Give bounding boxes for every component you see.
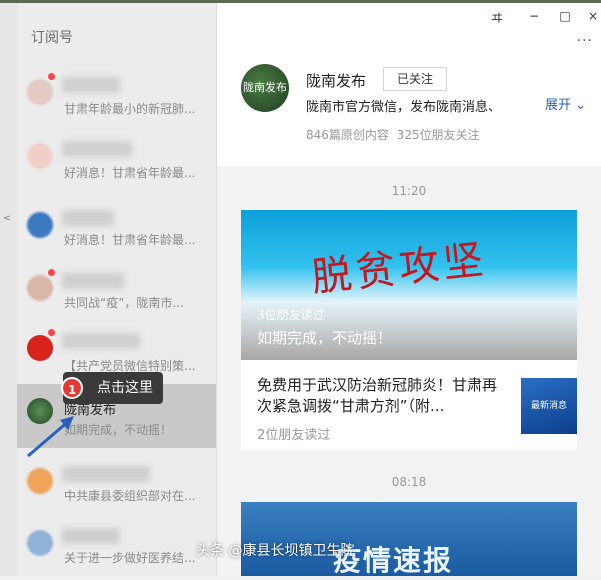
expand-link[interactable]: 展开 ⌄ bbox=[545, 94, 586, 113]
article-reads: 3位朋友读过 bbox=[257, 308, 325, 322]
close-icon[interactable]: × bbox=[583, 9, 601, 23]
list-item[interactable]: 好消息！甘肃省年龄最... bbox=[17, 129, 216, 193]
account-logo: 陇南发布 bbox=[241, 64, 289, 112]
more-icon[interactable]: ··· bbox=[577, 33, 593, 49]
unread-dot bbox=[48, 269, 55, 276]
article-title[interactable]: 如期完成，不动摇！ bbox=[257, 327, 392, 348]
account-description: 陇南市官方微信，发布陇南消息、 bbox=[306, 100, 502, 115]
article-title[interactable]: 免费用于武汉防治新冠肺炎！甘肃再次紧急调拨“甘肃方剂”（附... bbox=[257, 375, 507, 417]
list-item[interactable]: 共同战“疫”，陇南市... bbox=[17, 261, 216, 325]
account-name: 陇南发布 bbox=[306, 72, 367, 90]
blurred-name bbox=[62, 528, 120, 544]
left-edge-mark: < bbox=[3, 213, 12, 224]
preview-text: 共同战“疫”，陇南市... bbox=[64, 296, 184, 310]
left-edge-panel: < bbox=[0, 3, 17, 576]
pointer-arrow bbox=[27, 416, 74, 458]
timestamp: 08:18 bbox=[391, 475, 427, 489]
watermark: 头条 @康县长坝镇卫生院 bbox=[196, 543, 355, 559]
unread-dot bbox=[48, 73, 55, 80]
article-card[interactable]: 脱贫攻坚 3位朋友读过 如期完成，不动摇！ 免费用于武汉防治新冠肺炎！甘肃再次紧… bbox=[241, 210, 577, 450]
list-item[interactable]: 甘肃年龄最小的新冠肺... bbox=[17, 65, 216, 129]
blurred-name bbox=[62, 77, 120, 93]
sidebar-title: 订阅号 bbox=[31, 30, 73, 46]
minimize-icon[interactable]: − bbox=[524, 9, 544, 23]
list-item[interactable]: 关于进一步做好医养结... bbox=[17, 516, 216, 580]
blurred-name bbox=[62, 333, 140, 349]
avatar bbox=[27, 143, 53, 169]
article-thumbnail[interactable]: 最新消息 bbox=[521, 378, 577, 434]
preview-text: 好消息！甘肃省年龄最... bbox=[64, 233, 196, 247]
account-stats: 846篇原创内容 325位朋友关注 bbox=[306, 128, 480, 142]
avatar bbox=[27, 335, 53, 361]
avatar bbox=[27, 530, 53, 556]
blurred-name bbox=[62, 466, 150, 482]
preview-text: 甘肃年龄最小的新冠肺... bbox=[64, 102, 196, 116]
sidebar: 订阅号 甘肃年龄最小的新冠肺... 好消息！甘肃省年龄最... 好消息！甘肃省年… bbox=[17, 3, 217, 576]
tooltip-text: 点击这里 bbox=[97, 380, 153, 396]
avatar bbox=[27, 275, 53, 301]
avatar bbox=[27, 212, 53, 238]
preview-text: 中共康县委组织部对在... bbox=[64, 489, 196, 503]
cover-title: 脱贫攻坚 bbox=[309, 236, 490, 302]
avatar bbox=[27, 79, 53, 105]
chevron-down-icon: ⌄ bbox=[575, 98, 587, 113]
maximize-icon[interactable]: □ bbox=[555, 9, 575, 23]
article-reads: 2位朋友读过 bbox=[257, 428, 331, 443]
avatar bbox=[27, 468, 53, 494]
main-panel: ヰ − □ × ··· 陇南发布 陇南发布 已关注 陇南市官方微信，发布陇南消息… bbox=[217, 3, 601, 576]
preview-text: 关于进一步做好医养结... bbox=[64, 551, 196, 565]
pin-icon[interactable]: ヰ bbox=[487, 9, 507, 26]
blurred-name bbox=[62, 141, 132, 157]
list-item[interactable]: 好消息！甘肃省年龄最... bbox=[17, 198, 216, 262]
article-card[interactable]: 疫情速报 bbox=[241, 502, 577, 576]
step-badge: 1 bbox=[61, 377, 83, 399]
blurred-name bbox=[62, 273, 124, 289]
preview-text: 如期完成，不动摇！ bbox=[64, 423, 173, 437]
timestamp: 11:20 bbox=[391, 184, 427, 198]
unread-dot bbox=[48, 329, 55, 336]
followed-button[interactable]: 已关注 bbox=[383, 67, 447, 91]
article-cover-image[interactable]: 脱贫攻坚 3位朋友读过 如期完成，不动摇！ bbox=[241, 210, 577, 360]
expand-label: 展开 bbox=[545, 98, 572, 113]
blurred-name bbox=[62, 210, 114, 226]
account-header: ヰ − □ × ··· 陇南发布 陇南发布 已关注 陇南市官方微信，发布陇南消息… bbox=[217, 3, 601, 166]
preview-text: 好消息！甘肃省年龄最... bbox=[64, 166, 196, 180]
